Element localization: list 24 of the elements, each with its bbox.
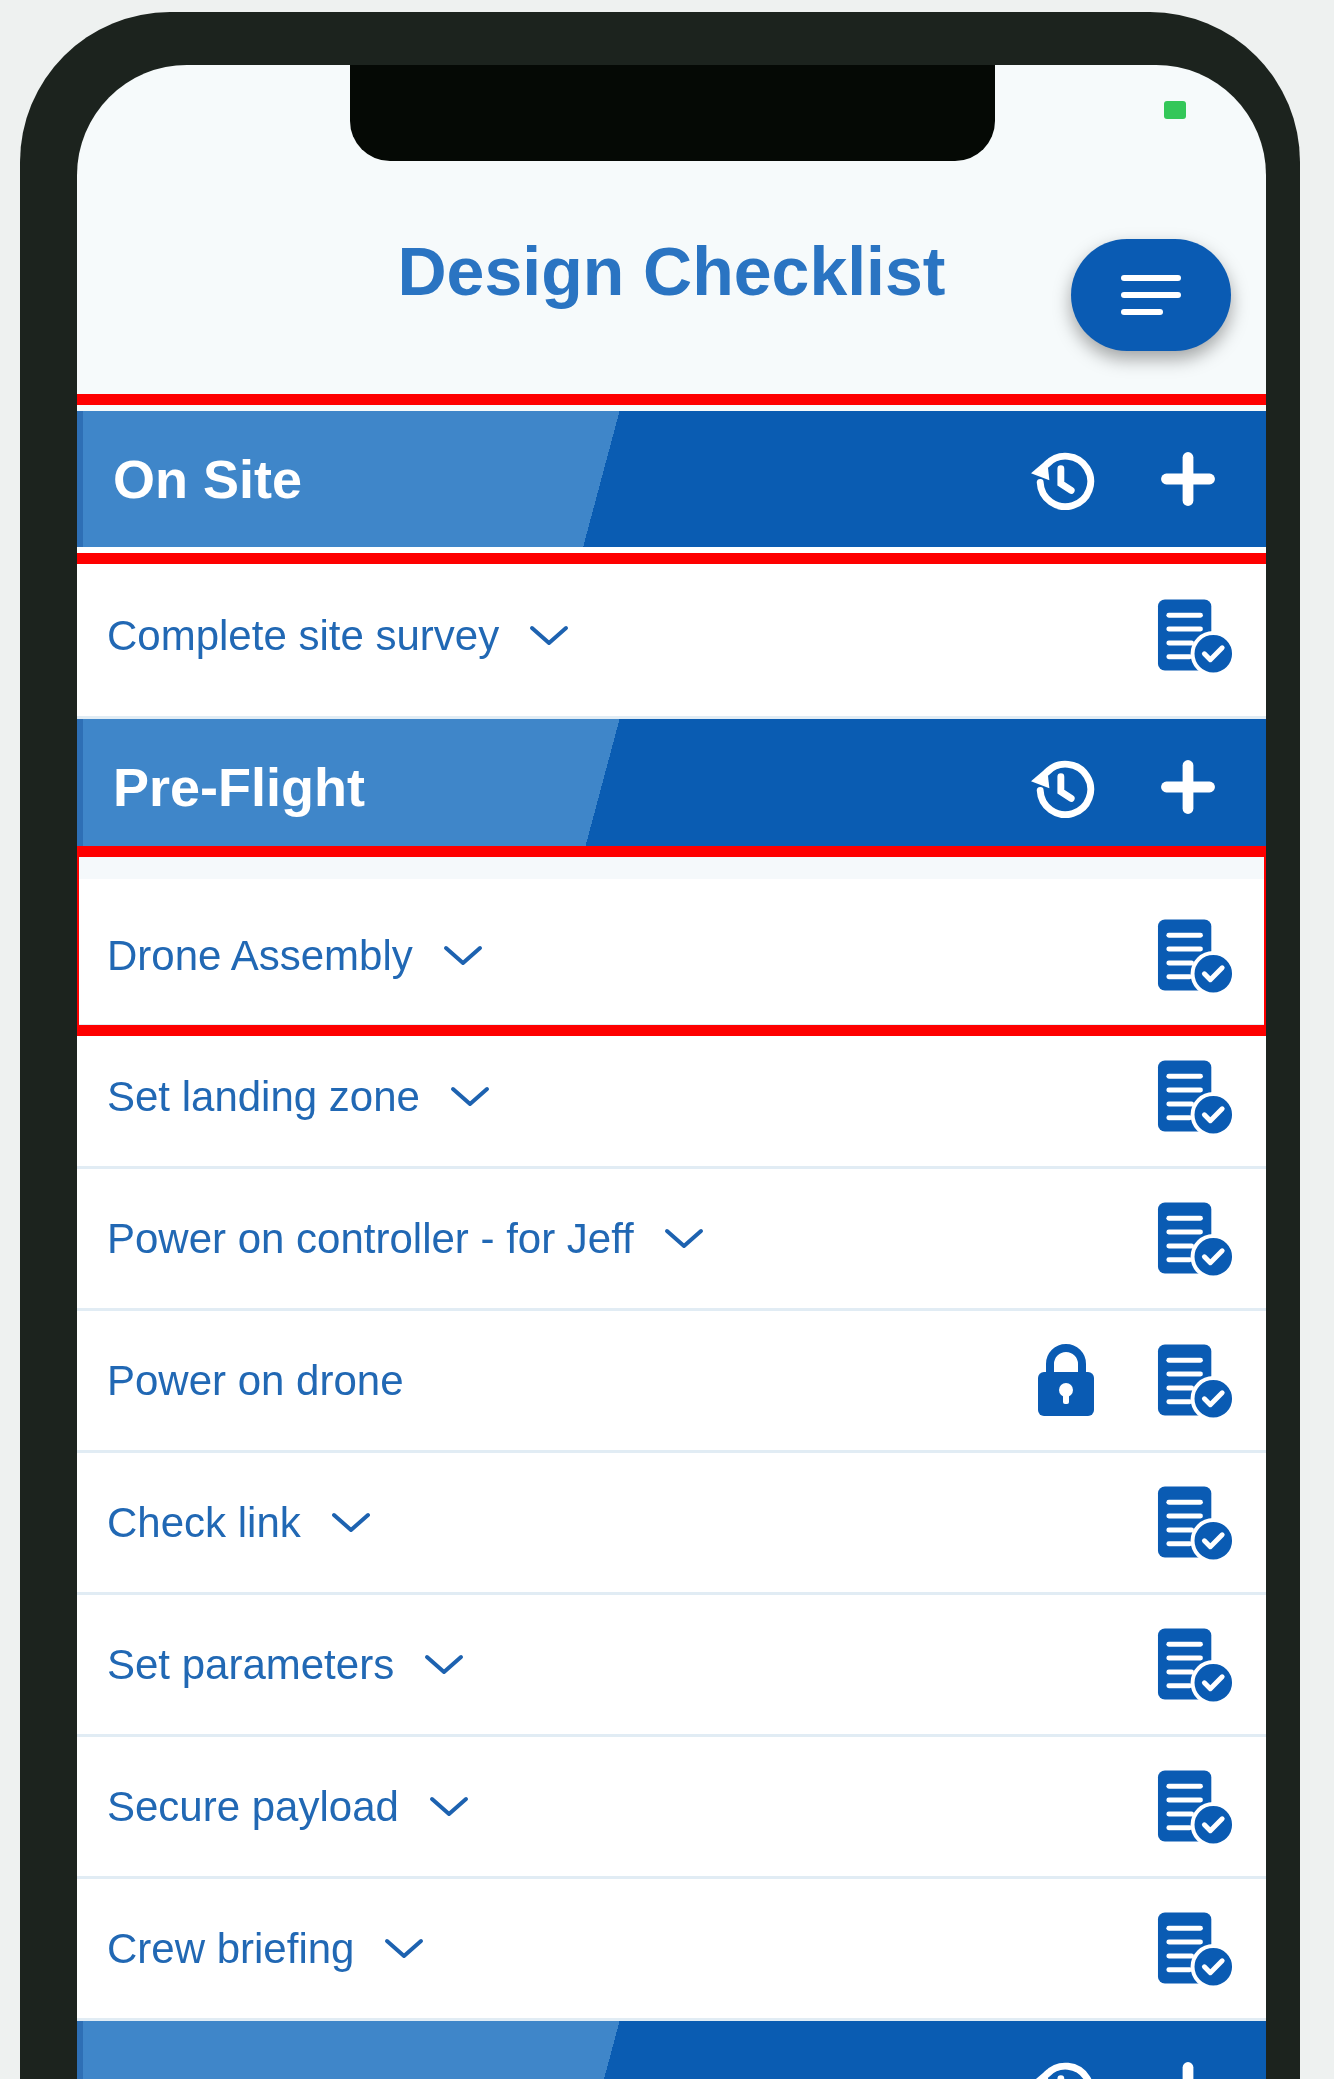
checklist-row[interactable]: Power on drone [77,1311,1266,1453]
item-label: Check link [107,1498,301,1547]
checklist-row[interactable]: Crew briefing [77,1879,1266,2021]
item-label: Drone Assembly [107,931,413,980]
item-label: Set landing zone [107,1072,420,1121]
item-label: Crew briefing [107,1924,355,1973]
plus-icon[interactable] [1160,759,1216,815]
section-title: On Site [113,448,304,510]
item-label: Secure payload [107,1782,399,1831]
checklist-row[interactable]: Complete site survey [77,547,1266,719]
menu-button[interactable] [1071,239,1231,351]
lock-icon[interactable] [1036,1343,1096,1418]
checklist-row[interactable]: Set parameters [77,1595,1266,1737]
screen-title: Design Checklist [397,232,946,310]
item-label: Power on drone [107,1356,404,1405]
section-title: Pre-Flight [113,756,366,818]
checklist-row[interactable]: Check link [77,1453,1266,1595]
checklist-row[interactable]: Secure payload [77,1737,1266,1879]
menu-icon [1120,273,1182,317]
checklist-row[interactable]: Power on controller - for Jeff [77,1169,1266,1311]
item-label: Set parameters [107,1640,395,1689]
plus-icon[interactable] [1160,451,1216,507]
item-label: Complete site survey [107,611,500,660]
item-label: Power on controller - for Jeff [107,1214,634,1263]
